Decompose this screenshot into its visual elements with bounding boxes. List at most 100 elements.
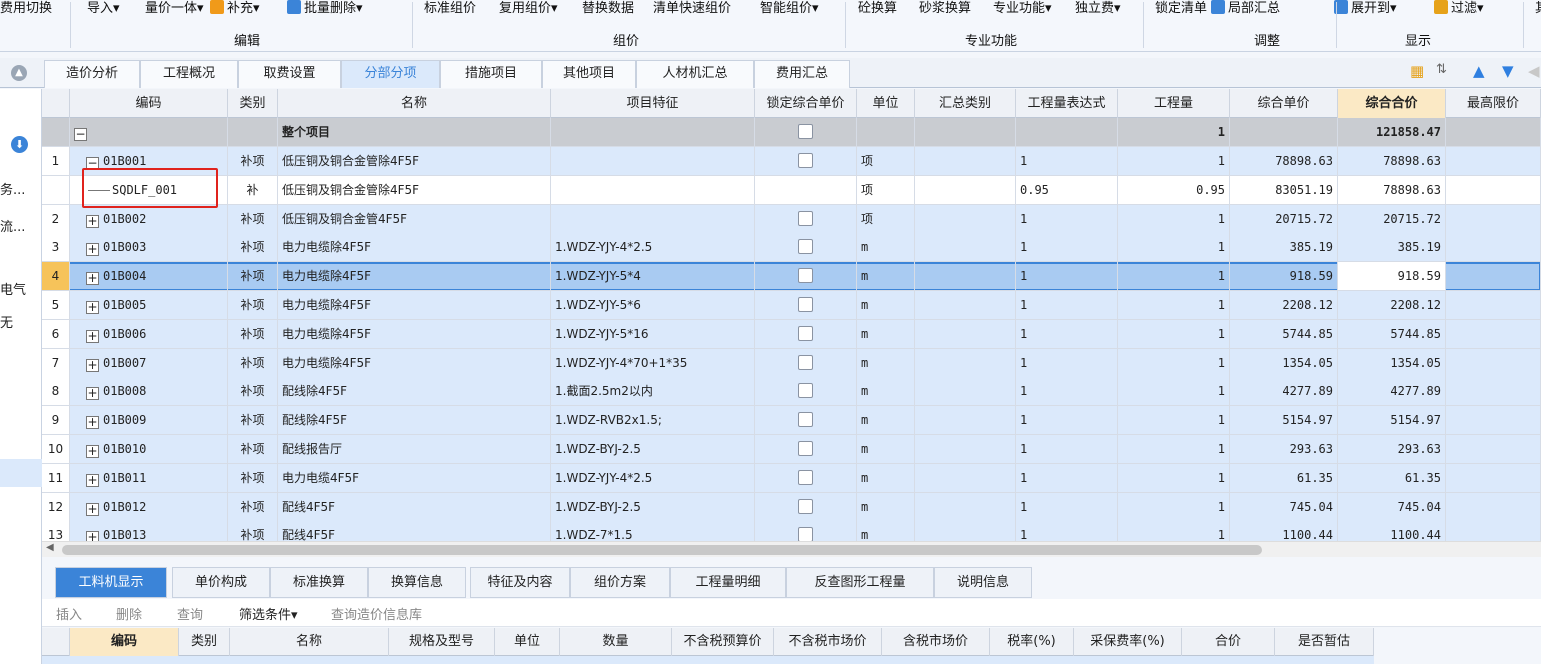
bottom-toolbar-button[interactable]: 筛选条件▾	[239, 604, 298, 623]
resource-column-header[interactable]: 类别	[179, 628, 230, 656]
collapse-icon[interactable]: −	[74, 128, 87, 141]
table-row[interactable]: 7 +01B007 补项 电力电缆除4F5F 1.WDZ-YJY-4*70+1*35 m 1…	[42, 348, 1541, 378]
ribbon-button[interactable]: 其	[1535, 0, 1541, 22]
lock-price-checkbox[interactable]	[798, 268, 813, 284]
resource-column-header[interactable]: 数量	[560, 628, 672, 656]
resource-column-header[interactable]: 税率(%)	[990, 628, 1074, 656]
bottom-tab-7[interactable]: 反查图形工程量	[786, 567, 934, 598]
lock-price-checkbox[interactable]	[798, 297, 813, 312]
lock-price-checkbox[interactable]	[798, 412, 813, 428]
scroll-thumb[interactable]	[62, 545, 1262, 555]
tab-7[interactable]: 费用汇总	[754, 60, 850, 88]
horizontal-scrollbar[interactable]: ◀	[42, 541, 1541, 557]
ribbon-button[interactable]: 砂浆换算	[919, 0, 971, 22]
scroll-left-icon[interactable]: ◀	[46, 542, 54, 553]
resource-column-header[interactable]: 是否暂估	[1275, 628, 1374, 656]
ribbon-button[interactable]: 智能组价▾	[760, 0, 819, 22]
expand-icon[interactable]: +	[86, 272, 99, 286]
table-row[interactable]: 4 +01B004 补项 电力电缆除4F5F 1.WDZ-YJY-5*4 m 1 1 918.5…	[42, 262, 1541, 292]
ribbon-button[interactable]: 过滤▾	[1434, 0, 1484, 22]
tab-4[interactable]: 措施项目	[440, 60, 542, 88]
ribbon-button[interactable]: 导入▾	[87, 0, 120, 22]
table-row[interactable]: SQDLF_001 补低压铜及铜合金管除4F5F 项 0.95 0.95 83051.19…	[42, 175, 1541, 205]
lock-price-checkbox[interactable]	[798, 153, 813, 168]
column-header[interactable]: 类别	[228, 89, 278, 118]
bottom-toolbar-button[interactable]: 插入	[56, 604, 82, 623]
bottom-tab-2[interactable]: 标准换算	[270, 567, 368, 598]
sidebar-item[interactable]: 电气	[0, 279, 26, 298]
lock-price-checkbox[interactable]	[798, 469, 813, 485]
expand-icon[interactable]: +	[86, 531, 99, 541]
sort-icon[interactable]: ⇅	[1436, 62, 1447, 77]
resource-column-header[interactable]: 规格及型号	[389, 628, 495, 656]
summary-row[interactable]: − 整个项目 1 121858.47	[42, 118, 1541, 147]
table-row[interactable]: 12 +01B012 补项 配线4F5F 1.WDZ-BYJ-2.5 m 1 1 745.04 7…	[42, 492, 1541, 522]
expand-icon[interactable]: +	[86, 243, 99, 257]
bottom-toolbar-button[interactable]: 查询造价信息库	[331, 604, 422, 623]
bottom-tab-5[interactable]: 组价方案	[570, 567, 670, 598]
expand-icon[interactable]: +	[86, 301, 99, 314]
resource-column-header[interactable]: 合价	[1182, 628, 1275, 656]
expand-icon[interactable]: +	[86, 358, 99, 372]
lock-price-checkbox[interactable]	[798, 498, 813, 514]
column-header[interactable]: 工程量表达式	[1016, 89, 1118, 118]
resource-column-header[interactable]: 含税市场价	[882, 628, 990, 656]
column-header[interactable]: 单位	[857, 89, 915, 118]
sidebar-selected-item[interactable]	[0, 459, 42, 487]
expand-icon[interactable]: +	[86, 502, 99, 516]
tab-5[interactable]: 其他项目	[542, 60, 636, 88]
table-row[interactable]: 3 +01B003 补项 电力电缆除4F5F 1.WDZ-YJY-4*2.5 m 1 1 385…	[42, 233, 1541, 263]
ribbon-button[interactable]: 展开到▾	[1334, 0, 1397, 22]
resource-row[interactable]	[42, 656, 1374, 664]
tab-6[interactable]: 人材机汇总	[636, 60, 754, 88]
table-row[interactable]: 5 +01B005 补项 电力电缆除4F5F 1.WDZ-YJY-5*6 m 1 1 2208.…	[42, 291, 1541, 320]
table-row[interactable]: 10 +01B010 补项 配线报告厅 1.WDZ-BYJ-2.5 m 1 1 293.63 29…	[42, 435, 1541, 464]
ribbon-button[interactable]: 批量删除▾	[287, 0, 363, 22]
expand-icon[interactable]: +	[86, 416, 99, 430]
column-header[interactable]: 综合单价	[1230, 89, 1338, 118]
tab-2[interactable]: 取费设置	[238, 60, 341, 88]
bottom-toolbar-button[interactable]: 查询	[177, 604, 203, 623]
bottom-tab-3[interactable]: 换算信息	[368, 567, 466, 598]
resource-column-header[interactable]: 采保费率(%)	[1074, 628, 1182, 656]
column-header[interactable]: 综合合价	[1338, 89, 1446, 118]
bottom-tab-0[interactable]: 工料机显示	[55, 567, 167, 598]
ribbon-button[interactable]: 复用组价▾	[499, 0, 558, 22]
ribbon-button[interactable]: 砼换算	[858, 0, 897, 22]
lock-price-checkbox[interactable]	[798, 210, 813, 226]
lock-price-checkbox[interactable]	[798, 124, 813, 139]
tab-3[interactable]: 分部分项	[341, 60, 440, 88]
column-header[interactable]: 工程量	[1118, 89, 1230, 118]
column-header[interactable]: 汇总类别	[915, 89, 1016, 118]
expand-icon[interactable]: +	[86, 473, 99, 487]
tab-1[interactable]: 工程概况	[140, 60, 238, 88]
tab-0[interactable]: 造价分析	[44, 60, 140, 88]
table-row[interactable]: 13 +01B013 补项 配线4F5F 1.WDZ-7*1.5 m 1 1 1100.44 11…	[42, 521, 1541, 541]
ribbon-button[interactable]: 清单快速组价	[653, 0, 731, 22]
resource-column-header[interactable]: 不含税市场价	[774, 628, 882, 656]
table-row[interactable]: 9 +01B009 补项 配线除4F5F 1.WDZ-RVB2x1.5; m 1 1 5154.…	[42, 406, 1541, 436]
resource-column-header[interactable]: 编码	[70, 628, 179, 656]
move-down-icon[interactable]: ▼	[1502, 62, 1514, 80]
sidebar-item[interactable]: 务...	[0, 179, 25, 198]
table-row[interactable]: 1−01B001 补项 低压铜及铜合金管除4F5F 项 1 1 78898.63 78898.…	[42, 147, 1541, 176]
ribbon-button[interactable]: 补充▾	[210, 0, 260, 22]
sidebar-item[interactable]: 流...	[0, 216, 25, 235]
column-header[interactable]: 编码	[70, 89, 228, 118]
table-row[interactable]: 11 +01B011 补项 电力电缆4F5F 1.WDZ-YJY-4*2.5 m 1 1 61.…	[42, 463, 1541, 493]
resource-column-header[interactable]: 不含税预算价	[672, 628, 774, 656]
column-header[interactable]: 名称	[278, 89, 551, 118]
bottom-tab-8[interactable]: 说明信息	[934, 567, 1032, 598]
expand-icon[interactable]: +	[86, 445, 99, 458]
ribbon-button[interactable]: 标准组价	[424, 0, 476, 22]
bottom-tab-4[interactable]: 特征及内容	[470, 567, 570, 598]
ribbon-button[interactable]: 替换数据	[582, 0, 634, 22]
lock-price-checkbox[interactable]	[798, 239, 813, 255]
ribbon-button[interactable]: 专业功能▾	[993, 0, 1052, 22]
collapse-up-icon[interactable]: ▲	[11, 65, 27, 81]
table-row[interactable]: 6 +01B006 补项 电力电缆除4F5F 1.WDZ-YJY-5*16 m 1 1 5744…	[42, 319, 1541, 349]
expand-icon[interactable]: +	[86, 387, 99, 401]
download-icon[interactable]: ⬇	[11, 136, 28, 153]
sidebar-item[interactable]: 无	[0, 312, 13, 331]
bottom-tab-6[interactable]: 工程量明细	[670, 567, 786, 598]
